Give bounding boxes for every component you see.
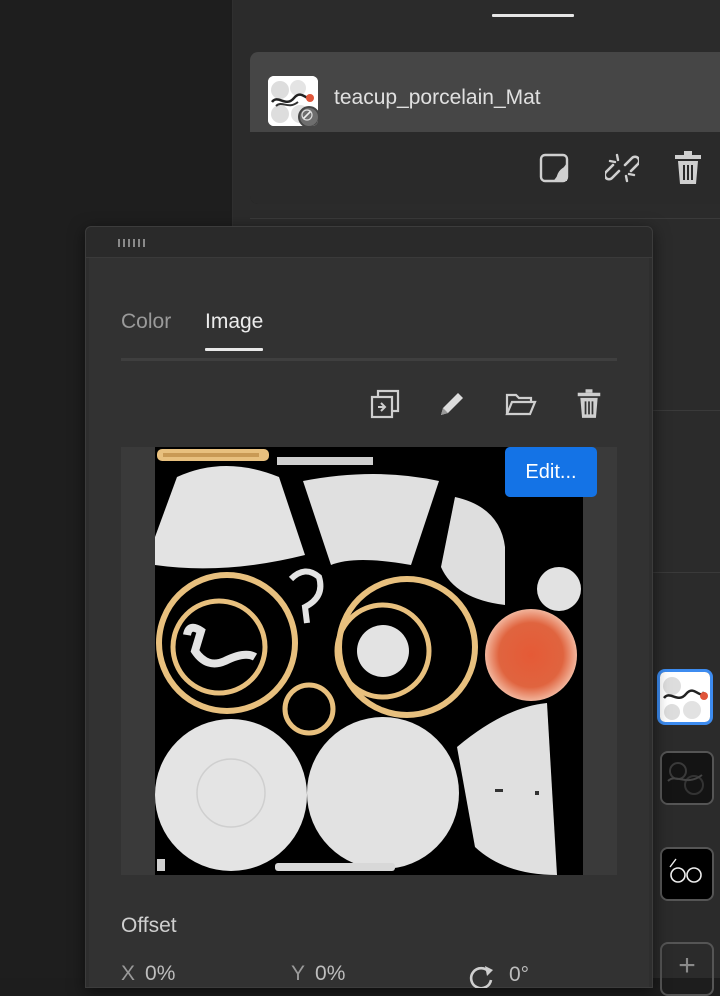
open-folder-button[interactable] (503, 386, 539, 422)
divider (652, 572, 720, 573)
offset-y-value[interactable]: 0% (315, 962, 345, 985)
sticky-note-icon (539, 153, 569, 183)
material-card: teacup_porcelain_Mat (250, 52, 720, 204)
edit-button[interactable]: Edit... (505, 447, 597, 497)
trash-icon (577, 389, 601, 418)
roughness-thumbnail (662, 849, 712, 899)
active-tab-indicator (492, 14, 574, 17)
rotation-value[interactable]: 0° (509, 963, 529, 987)
source-tabs: Color Image (121, 310, 617, 361)
material-row[interactable]: teacup_porcelain_Mat (250, 52, 720, 132)
duplicate-material-button[interactable] (536, 150, 572, 186)
texture-slot-normal[interactable] (660, 751, 714, 805)
broken-link-icon (605, 153, 639, 183)
delete-material-button[interactable] (670, 150, 706, 186)
offset-label: Offset (121, 914, 177, 937)
material-name[interactable]: teacup_porcelain_Mat (334, 86, 541, 110)
basecolor-thumbnail (660, 672, 710, 722)
texture-slot-basecolor[interactable] (657, 669, 713, 725)
unlink-button[interactable] (604, 150, 640, 186)
popup-drag-handle[interactable] (86, 227, 652, 258)
texture-popup: Color Image Edit... Offset X 0% Y 0% 0° (85, 226, 653, 988)
pencil-icon (441, 393, 463, 415)
delete-image-button[interactable] (571, 386, 607, 422)
texture-slot-roughness[interactable] (660, 847, 714, 901)
offset-x-field[interactable]: X 0% (121, 962, 175, 986)
plus-icon: + (678, 949, 696, 982)
texture-preview[interactable]: Edit... (121, 447, 617, 875)
replace-image-button[interactable] (367, 386, 403, 422)
grip-icon (118, 239, 145, 247)
folder-open-icon (505, 393, 537, 416)
tab-color[interactable]: Color (121, 310, 171, 348)
rotate-icon (469, 966, 493, 988)
material-actions (250, 132, 720, 204)
offset-x-label: X (121, 962, 136, 985)
uv-texture-image (155, 447, 583, 875)
divider (250, 218, 720, 219)
add-texture-slot-button[interactable]: + (660, 942, 714, 996)
divider (652, 410, 720, 411)
color-dot (306, 94, 314, 102)
trash-icon (675, 151, 701, 184)
tab-image[interactable]: Image (205, 310, 264, 351)
material-badge-icon (298, 106, 318, 126)
offset-x-value[interactable]: 0% (145, 962, 175, 985)
offset-y-field[interactable]: Y 0% (291, 962, 345, 986)
edit-image-button[interactable] (434, 386, 470, 422)
rotation-field[interactable]: 0° (467, 962, 529, 988)
popup-body: Color Image Edit... Offset X 0% Y 0% 0° (89, 258, 649, 988)
replace-image-icon (370, 389, 400, 419)
offset-y-label: Y (291, 962, 306, 985)
material-thumbnail[interactable] (268, 76, 318, 126)
normal-thumbnail (662, 753, 712, 803)
